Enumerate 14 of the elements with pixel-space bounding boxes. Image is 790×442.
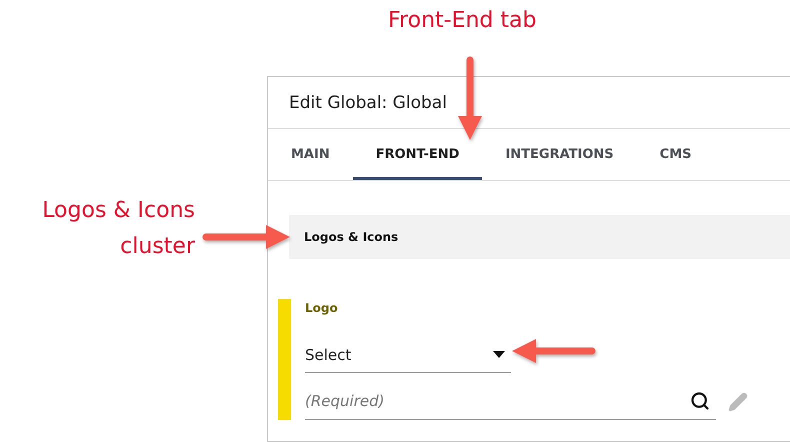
tab[interactable]: MAIN [268, 129, 353, 180]
field-label: Logo [305, 301, 339, 315]
annotation-label: cluster [120, 236, 195, 258]
section-title: Logos & Icons [304, 230, 398, 244]
window-title: Edit Global: Global [289, 92, 447, 112]
select-dropdown[interactable]: Select [305, 337, 511, 373]
annotation-label: Logos & Icons [42, 200, 195, 222]
input-field[interactable]: (Required) [305, 392, 690, 410]
caret-icon [493, 351, 505, 358]
section-header[interactable]: Logos & Icons [289, 215, 790, 259]
tab[interactable]: CMS [636, 129, 714, 180]
annotation-label: Front-End tab [388, 8, 536, 33]
search-icon[interactable] [690, 391, 710, 411]
tab[interactable]: INTEGRATIONS [482, 129, 637, 180]
